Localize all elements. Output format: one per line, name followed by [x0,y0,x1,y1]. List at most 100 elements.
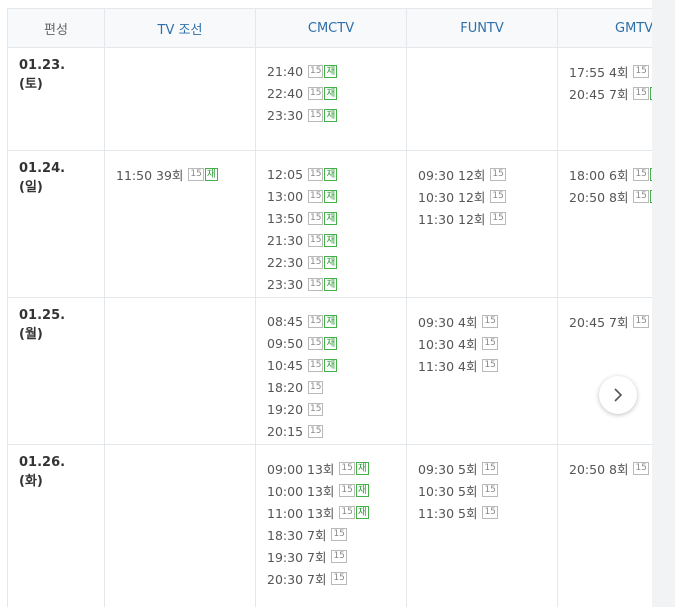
broadcast-slot[interactable]: 10:30 4회 15 [418,332,546,354]
broadcast-slot[interactable]: 11:50 39회 15 재 [116,163,244,185]
broadcast-slot[interactable]: 23:30 15 재 [267,104,395,126]
broadcast-slot[interactable]: 09:00 13회 15 재 [267,457,395,479]
channel-schedule-cell: 09:00 13회 15 재 10:00 13회 15 재 11:00 13회 15 재 18:3… [256,445,407,607]
broadcast-slot[interactable]: 20:50 8회15재 [569,185,652,207]
channel-header-cmctv[interactable]: CMCTV [256,9,407,47]
date-cell: 01.24. (일) [8,151,105,297]
channel-header-gmtv[interactable]: GMTV [558,9,652,47]
channel-schedule-cell: 09:30 4회 15 10:30 4회 15 11:30 4회 15 [407,298,558,444]
age-rating-badge: 15 [482,358,498,372]
broadcast-slot[interactable]: 21:40 15 재 [267,60,395,82]
broadcast-slot[interactable]: 10:30 5회 15 [418,479,546,501]
broadcast-slot[interactable]: 09:30 5회 15 [418,457,546,479]
age-rating-badge: 15 [308,64,324,78]
vertical-scrollbar[interactable] [652,0,675,607]
next-channels-button[interactable] [599,376,637,414]
schedule-row: 01.26. (화) 09:00 13회 15 재 10:00 13회 15 재 11:00 … [8,445,652,607]
broadcast-slot[interactable]: 22:40 15 재 [267,82,395,104]
age-rating-badge: 15 [308,233,324,247]
age-rating-badge: 15 [633,86,649,100]
age-rating-badge: 15 [339,505,355,519]
broadcast-slot[interactable]: 18:30 7회 15 [267,523,395,545]
broadcast-slot[interactable]: 20:30 7회 15 [267,567,395,589]
broadcast-time: 18:00 6회 [569,167,629,183]
rerun-badge: 재 [324,189,338,203]
broadcast-slot[interactable]: 19:30 7회 15 [267,545,395,567]
age-rating-badge: 15 [482,483,498,497]
channel-schedule-cell: 18:00 6회15재20:50 8회15재 [558,151,652,297]
broadcast-time: 11:50 39회 [116,167,184,183]
broadcast-time: 10:30 4회 [418,336,478,352]
broadcast-slot[interactable]: 23:30 15 재 [267,273,395,295]
channel-header-tv-chosun[interactable]: TV 조선 [105,9,256,47]
broadcast-slot[interactable]: 10:00 13회 15 재 [267,479,395,501]
rerun-badge: 재 [324,255,338,269]
channel-header-funtv[interactable]: FUNTV [407,9,558,47]
age-rating-badge: 15 [482,505,498,519]
broadcast-slot[interactable]: 18:20 15 [267,376,395,398]
broadcast-slot[interactable]: 13:50 15 재 [267,207,395,229]
broadcast-time: 09:30 12회 [418,167,486,183]
broadcast-time: 10:30 5회 [418,483,478,499]
channel-schedule-cell [105,445,256,607]
age-rating-badge: 15 [308,424,324,438]
broadcast-time: 20:45 7회 [569,314,629,330]
rerun-badge: 재 [324,314,338,328]
broadcast-slot[interactable]: 11:30 4회 15 [418,354,546,376]
broadcast-time: 12:05 [267,166,304,182]
broadcast-slot[interactable]: 11:00 13회 15 재 [267,501,395,523]
rerun-badge: 재 [355,483,369,497]
age-rating-badge: 15 [490,211,506,225]
channel-schedule-cell: 20:50 8회 15 [558,445,652,607]
broadcast-slot[interactable]: 09:30 12회 15 [418,163,546,185]
broadcast-time: 20:45 7회 [569,86,629,102]
broadcast-slot[interactable]: 08:45 15 재 [267,310,395,332]
age-rating-badge: 15 [308,358,324,372]
rerun-badge: 재 [355,461,369,475]
broadcast-slot[interactable]: 09:30 4회 15 [418,310,546,332]
broadcast-time: 18:30 7회 [267,527,327,543]
broadcast-slot[interactable]: 18:00 6회15재 [569,163,652,185]
broadcast-time: 18:20 [267,379,304,395]
broadcast-slot[interactable]: 10:30 12회 15 [418,185,546,207]
broadcast-slot[interactable]: 20:15 15 [267,420,395,442]
age-rating-badge: 15 [339,483,355,497]
broadcast-time: 09:00 13회 [267,461,335,477]
age-rating-badge: 15 [490,189,506,203]
age-rating-badge: 15 [308,380,324,394]
rerun-badge: 재 [204,167,218,181]
channel-schedule-cell: 09:30 5회 15 10:30 5회 15 11:30 5회 15 [407,445,558,607]
rerun-badge: 재 [355,505,369,519]
channel-schedule-cell [105,298,256,444]
broadcast-slot[interactable]: 11:30 5회 15 [418,501,546,523]
broadcast-slot[interactable]: 20:45 7회 15 [569,310,652,332]
channel-schedule-cell: 09:30 12회 15 10:30 12회 15 11:30 12회 15 [407,151,558,297]
schedule-row: 01.24. (일) 11:50 39회 15 재 12:05 15 재 13:00 15 재 13… [8,151,652,298]
age-rating-badge: 15 [633,167,649,181]
schedule-row: 01.23. (토) 21:40 15 재 22:40 15 재 23:30 15 재 17:55 … [8,48,652,151]
broadcast-slot[interactable]: 19:20 15 [267,398,395,420]
broadcast-slot[interactable]: 12:05 15 재 [267,163,395,185]
schedule-row: 01.25. (월) 08:45 15 재 09:50 15 재 10:45 15 재 18:20 1… [8,298,652,445]
age-rating-badge: 15 [633,314,649,328]
broadcast-time: 21:30 [267,232,304,248]
broadcast-slot[interactable]: 20:50 8회 15 [569,457,652,479]
broadcast-slot[interactable]: 20:45 7회15재 [569,82,652,104]
age-rating-badge: 15 [331,549,347,563]
broadcast-slot[interactable]: 09:50 15 재 [267,332,395,354]
broadcast-slot[interactable]: 10:45 15 재 [267,354,395,376]
rerun-badge: 재 [324,233,338,247]
broadcast-slot[interactable]: 13:00 15 재 [267,185,395,207]
broadcast-time: 20:30 7회 [267,571,327,587]
rerun-badge: 재 [324,86,338,100]
channel-schedule-cell [407,48,558,150]
broadcast-slot[interactable]: 11:30 12회 15 [418,207,546,229]
broadcast-time: 20:50 8회 [569,461,629,477]
broadcast-time: 21:40 [267,63,304,79]
broadcast-time: 22:40 [267,85,304,101]
broadcast-slot[interactable]: 22:30 15 재 [267,251,395,273]
broadcast-slot[interactable]: 21:30 15 재 [267,229,395,251]
broadcast-slot[interactable]: 17:55 4회 15 [569,60,652,82]
age-rating-badge: 15 [339,461,355,475]
age-rating-badge: 15 [482,461,498,475]
